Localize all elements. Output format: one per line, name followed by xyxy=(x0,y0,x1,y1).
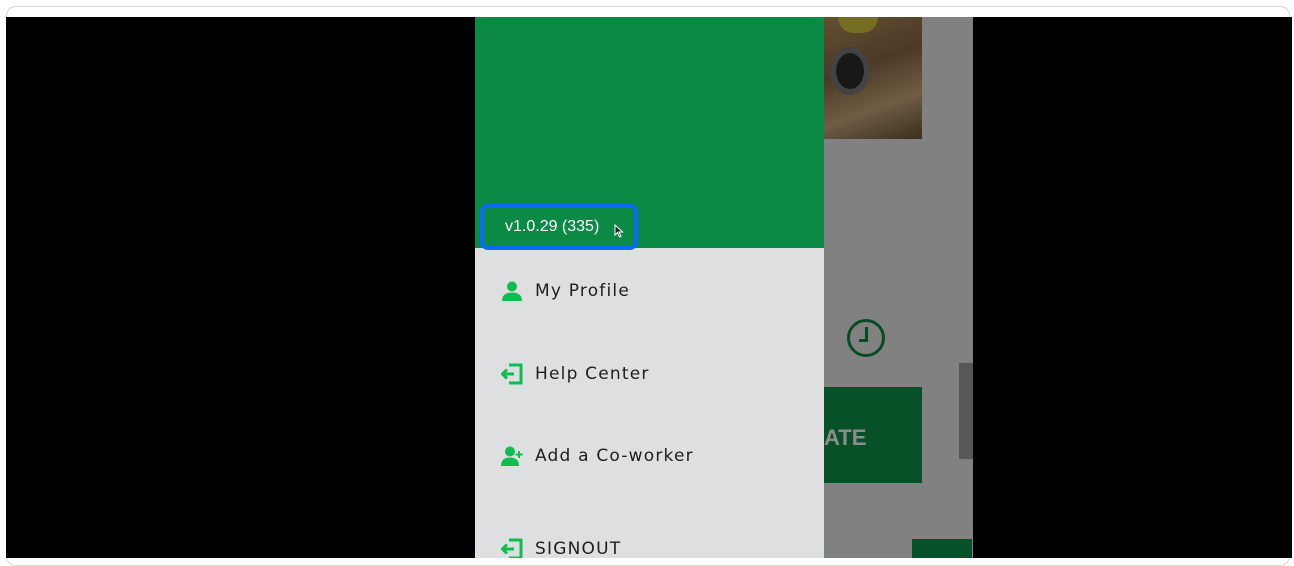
exit-icon xyxy=(501,538,523,558)
menu-label: Add a Co-worker xyxy=(535,446,694,466)
menu-label: SIGNOUT xyxy=(535,539,622,558)
navigation-drawer: v1.0.29 (335) My Profile Help Center Add… xyxy=(475,17,824,558)
menu-item-add-coworker[interactable]: Add a Co-worker xyxy=(501,442,694,470)
mouse-cursor-icon xyxy=(614,224,624,238)
menu-item-signout[interactable]: SIGNOUT xyxy=(501,535,621,558)
exit-icon xyxy=(501,363,523,385)
menu-label: My Profile xyxy=(535,281,630,301)
person-icon xyxy=(502,281,522,301)
menu-label: Help Center xyxy=(535,364,650,384)
video-stage: ATE v1.0.29 (335) My Profile Help Center xyxy=(6,17,1292,558)
person-add-icon xyxy=(501,446,523,466)
menu-item-my-profile[interactable]: My Profile xyxy=(501,277,630,305)
menu-item-help-center[interactable]: Help Center xyxy=(501,360,650,388)
